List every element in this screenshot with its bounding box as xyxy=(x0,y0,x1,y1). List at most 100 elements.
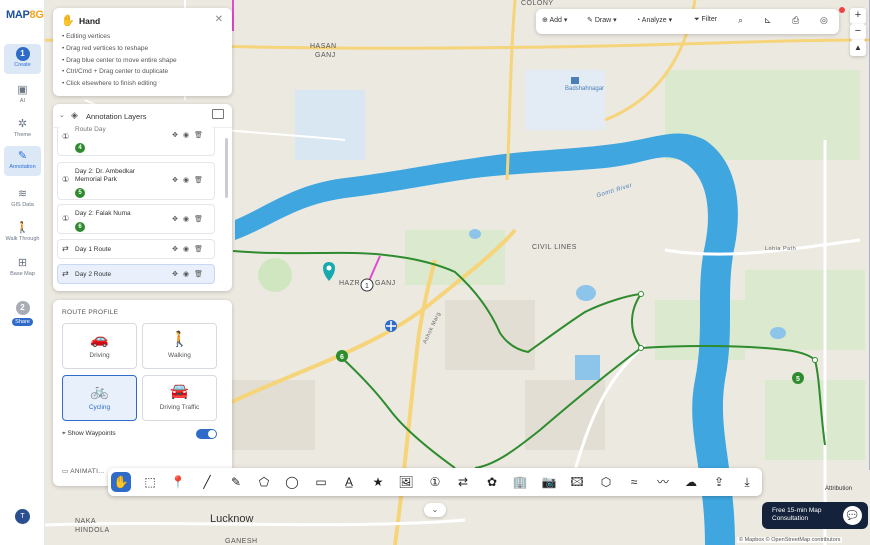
consultation-cta[interactable]: Free 15-min Map Consultation 💬 xyxy=(762,502,868,529)
consultation-text: Free 15-min Map Consultation xyxy=(772,507,822,522)
number-marker-icon[interactable]: ① xyxy=(425,472,445,492)
star-icon[interactable]: ★ xyxy=(368,472,388,492)
animation-section[interactable]: ▭ ANIMATI... xyxy=(62,467,105,475)
rail-item-theme[interactable]: ✲ Theme xyxy=(4,114,41,144)
close-indicator-icon[interactable] xyxy=(839,7,845,13)
rail-item-label: Create xyxy=(14,62,31,68)
mode-driving-traffic-button[interactable]: 🚘 Driving Traffic xyxy=(142,375,217,421)
walk-icon: 🚶 xyxy=(15,222,30,234)
target-icon[interactable]: ◎ xyxy=(820,15,828,26)
svg-text:6: 6 xyxy=(340,354,344,361)
annotation-layers-panel: ⌄ ◈ Annotation Layers ① Route Day 4 ✥◉🗑 … xyxy=(53,104,232,291)
location-pin[interactable] xyxy=(323,262,335,281)
rail-item-label: Base Map xyxy=(10,271,35,277)
camera-icon[interactable]: 📷 xyxy=(539,472,559,492)
marker-icon[interactable]: 📍 xyxy=(168,472,188,492)
marker-number-icon: ① xyxy=(62,214,70,223)
compass-icon[interactable]: ▲ xyxy=(850,40,866,56)
text-icon[interactable]: A̲ xyxy=(339,472,359,492)
layer-row-selected[interactable]: ⇄ Day 2 Route ✥◉🗑 xyxy=(57,264,215,284)
hand-tip: • Editing vertices xyxy=(62,33,111,40)
layers-title: Annotation Layers xyxy=(86,112,147,121)
layer-actions[interactable]: ✥◉🗑 xyxy=(172,270,208,278)
rail-item-base-map[interactable]: ⊞ Base Map xyxy=(4,253,41,283)
share-step-icon: 2 xyxy=(15,301,30,315)
draw-button[interactable]: ✎ Draw ▾ xyxy=(587,16,617,24)
folder-icon[interactable] xyxy=(212,109,224,119)
wind-icon[interactable]: 〰 xyxy=(653,472,673,492)
layer-name: Day 1 Route xyxy=(75,246,112,253)
layer-row[interactable]: ① Day 2: Falak Numa 6 ✥◉🗑 xyxy=(57,204,215,234)
polygon-icon[interactable]: ⬠ xyxy=(254,472,274,492)
mode-label: Cycling xyxy=(88,404,111,411)
layers-icon: ◈ xyxy=(71,110,78,120)
photo-icon[interactable]: 🖾 xyxy=(567,472,587,492)
rail-item-gis-data[interactable]: ≋ GIS Data xyxy=(4,184,41,214)
route-icon: ⇄ xyxy=(62,269,69,278)
avatar[interactable]: T xyxy=(15,509,30,524)
rail-item-walk-through[interactable]: 🚶 Walk Through xyxy=(4,218,41,248)
layer-actions[interactable]: ✥◉🗑 xyxy=(172,176,208,184)
layer-number-badge: 5 xyxy=(75,188,85,198)
bottom-toolbar: ✋ ⬚ 📍 ╱ ✎ ⬠ ◯ ▭ A̲ ★ 🖼 ① ⇄ ✿ 🏢 📷 🖾 ⬡ ≈ 〰… xyxy=(108,468,762,496)
waypoints-toggle[interactable] xyxy=(196,429,217,439)
layers-scrollbar[interactable] xyxy=(225,138,228,198)
add-button[interactable]: ⊕ Add ▾ xyxy=(542,16,567,24)
aqi-icon[interactable]: ≈ xyxy=(624,472,644,492)
select-icon[interactable]: ⬚ xyxy=(140,472,160,492)
map-label-hasanganj: HASAN xyxy=(310,43,337,50)
attribution-button[interactable]: Attribution xyxy=(825,486,852,492)
search-icon[interactable]: ⌕ xyxy=(738,15,743,26)
zoom-out-button[interactable]: − xyxy=(850,24,866,40)
line-icon[interactable]: ╱ xyxy=(197,472,217,492)
pen-icon[interactable]: ✎ xyxy=(226,472,246,492)
filter-button[interactable]: ⏷ Filter xyxy=(694,16,717,24)
route-icon[interactable]: ⇄ xyxy=(453,472,473,492)
create-step-icon: 1 xyxy=(15,47,30,61)
mode-cycling-button[interactable]: 🚲 Cycling xyxy=(62,375,137,421)
app-logo[interactable]: MAP8G xyxy=(6,9,44,21)
rectangle-icon[interactable]: ▭ xyxy=(311,472,331,492)
layer-actions[interactable]: ✥◉🗑 xyxy=(172,131,208,139)
cube-icon[interactable]: ⬡ xyxy=(596,472,616,492)
collapse-toolbar-button[interactable]: ⌄ xyxy=(424,503,446,517)
layers-header[interactable]: ⌄ ◈ Annotation Layers xyxy=(53,104,232,128)
freeform-icon[interactable]: ✿ xyxy=(482,472,502,492)
layer-row[interactable]: ⇄ Day 1 Route ✥◉🗑 xyxy=(57,239,215,259)
rail-item-share[interactable]: 2 Share xyxy=(4,298,41,328)
map-label-hindola: HINDOLA xyxy=(75,527,110,534)
download-icon[interactable]: ⤓ xyxy=(737,472,757,492)
weather-icon[interactable]: ☁ xyxy=(681,472,701,492)
circle-icon[interactable]: ◯ xyxy=(282,472,302,492)
map-attribution: © Mapbox © OpenStreetMap contributors xyxy=(737,537,843,543)
chevron-down-icon[interactable]: ⌄ xyxy=(59,111,65,119)
analyze-button[interactable]: ◔ Analyze ▾ xyxy=(636,16,672,24)
measure-icon[interactable]: ⊾ xyxy=(764,15,772,26)
layer-row[interactable]: ① Route Day 4 ✥◉🗑 xyxy=(57,126,215,156)
rail-item-create[interactable]: 1 Create xyxy=(4,44,41,74)
route-profile-panel: ROUTE PROFILE 🚗 Driving 🚶 Walking 🚲 Cycl… xyxy=(53,300,232,486)
map-label-lohia-path: Lohia Path xyxy=(765,246,797,252)
map-label-colony: COLONY xyxy=(521,0,554,7)
bicycle-icon: 🚲 xyxy=(90,383,109,400)
chat-icon[interactable]: 💬 xyxy=(843,506,862,525)
hand-tool-icon[interactable]: ✋ xyxy=(111,472,131,492)
annotation-icon: ✎ xyxy=(17,150,28,162)
hand-panel-title: Hand xyxy=(79,16,101,26)
layer-row[interactable]: ① Day 2: Dr. Ambedkar Memorial Park 5 ✥◉… xyxy=(57,162,215,200)
mode-walking-button[interactable]: 🚶 Walking xyxy=(142,323,217,369)
building-icon[interactable]: 🏢 xyxy=(510,472,530,492)
mode-driving-button[interactable]: 🚗 Driving xyxy=(62,323,137,369)
rail-item-annotation[interactable]: ✎ Annotation xyxy=(4,146,41,176)
close-icon[interactable]: ✕ xyxy=(215,14,223,25)
image-icon[interactable]: 🖼 xyxy=(396,472,416,492)
zoom-in-button[interactable]: + xyxy=(850,8,866,24)
print-icon[interactable]: ⎙ xyxy=(792,15,799,26)
upload-icon[interactable]: ⇪ xyxy=(709,472,729,492)
layer-actions[interactable]: ✥◉🗑 xyxy=(172,215,208,223)
layer-actions[interactable]: ✥◉🗑 xyxy=(172,245,208,253)
layer-name: Day 2: Falak Numa xyxy=(75,210,131,217)
map-label-ganesh: GANESH xyxy=(225,538,258,545)
ai-icon: ▣ xyxy=(17,84,28,96)
rail-item-ai[interactable]: ▣ AI xyxy=(4,80,41,110)
